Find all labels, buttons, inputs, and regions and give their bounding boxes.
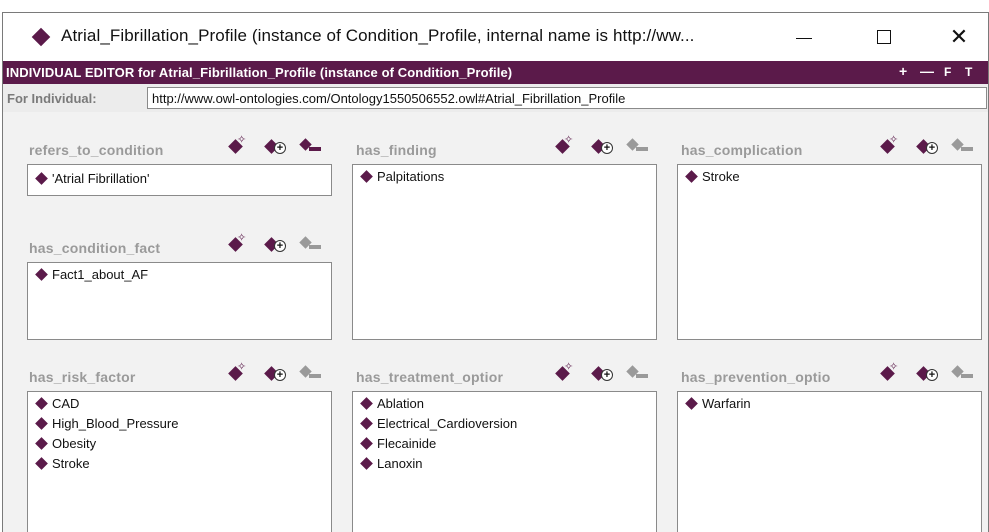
create-instance-button[interactable]: ✧ [225,134,249,158]
title-bar[interactable]: Atrial_Fibrillation_Profile (instance of… [3,13,988,61]
remove-instance-icon [299,365,321,379]
slot-buttons-has-finding: ✧ + [552,134,648,158]
slot-buttons-refers-to-condition: ✧ + [225,134,321,158]
remove-instance-icon [951,365,973,379]
instance-icon [35,397,48,410]
diamond-icon [31,27,51,47]
header-f-button[interactable]: F [944,65,951,79]
remove-instance-button[interactable] [297,363,321,385]
for-individual-field[interactable]: http://www.owl-ontologies.com/Ontology15… [147,87,987,109]
instance-icon [35,172,48,185]
slot-label-has-complication: has_complication [681,142,803,158]
slot-list-has-treatment-option[interactable]: Ablation Electrical_Cardioversion Flecai… [352,391,657,532]
instance-icon [360,437,373,450]
remove-instance-icon [626,365,648,379]
close-button[interactable]: ✕ [936,17,982,57]
create-instance-button[interactable]: ✧ [225,361,249,385]
individual-editor-window: Atrial_Fibrillation_Profile (instance of… [2,12,989,532]
add-instance-button[interactable]: + [261,136,286,158]
slot-list-has-prevention-option[interactable]: Warfarin [677,391,982,532]
add-instance-button[interactable]: + [913,136,938,158]
slot-buttons-has-condition-fact: ✧ + [225,232,321,256]
instance-icon [360,170,373,183]
slot-label-has-condition-fact: has_condition_fact [29,240,161,256]
create-instance-button[interactable]: ✧ [552,134,576,158]
header-t-button[interactable]: T [965,65,972,79]
maximize-button[interactable] [861,17,907,57]
close-icon: ✕ [949,24,969,49]
instance-icon [685,397,698,410]
remove-instance-icon [299,236,321,250]
top-strip [0,0,989,12]
for-individual-label: For Individual: [7,91,97,106]
add-instance-button[interactable]: + [261,363,286,385]
slot-label-has-finding: has_finding [356,142,437,158]
instance-icon [360,457,373,470]
slots-area: refers_to_condition ✧ + 'Atrial Fibrilla… [3,112,988,532]
create-instance-button[interactable]: ✧ [225,232,249,256]
remove-instance-icon [951,138,973,152]
slot-list-has-complication[interactable]: Stroke [677,164,982,340]
slot-label-has-prevention-option: has_prevention_optio [681,369,831,385]
add-instance-button[interactable]: + [261,234,286,256]
remove-instance-button[interactable] [949,136,973,158]
instance-icon [35,437,48,450]
instance-icon [360,397,373,410]
editor-header: INDIVIDUAL EDITOR for Atrial_Fibrillatio… [3,61,988,84]
remove-instance-button[interactable] [297,234,321,256]
editor-header-title: INDIVIDUAL EDITOR for Atrial_Fibrillatio… [6,65,513,80]
instance-icon [35,268,48,281]
slot-buttons-has-risk-factor: ✧ + [225,361,321,385]
instance-icon [35,457,48,470]
create-instance-button[interactable]: ✧ [877,361,901,385]
slot-label-has-risk-factor: has_risk_factor [29,369,136,385]
slot-label-has-treatment-option: has_treatment_optior [356,369,504,385]
slot-label-refers-to-condition: refers_to_condition [29,142,164,158]
slot-list-has-risk-factor[interactable]: CAD High_Blood_Pressure Obesity Stroke [27,391,332,532]
create-instance-button[interactable]: ✧ [552,361,576,385]
add-instance-button[interactable]: + [913,363,938,385]
add-instance-button[interactable]: + [588,136,613,158]
maximize-icon [877,30,891,44]
slot-list-refers-to-condition[interactable]: 'Atrial Fibrillation' [27,164,332,196]
remove-instance-button[interactable] [297,136,321,158]
slot-buttons-has-prevention-option: ✧ + [877,361,973,385]
window-title: Atrial_Fibrillation_Profile (instance of… [61,26,695,45]
for-individual-row: For Individual: http://www.owl-ontologie… [3,84,988,112]
instance-icon [35,417,48,430]
slot-buttons-has-treatment-option: ✧ + [552,361,648,385]
minimize-button[interactable] [781,17,827,57]
remove-instance-button[interactable] [624,136,648,158]
minimize-icon [796,38,812,39]
header-remove-button[interactable]: — [920,63,934,79]
remove-instance-icon [299,138,321,152]
header-add-button[interactable]: + [899,63,907,79]
add-instance-button[interactable]: + [588,363,613,385]
remove-instance-button[interactable] [624,363,648,385]
slot-list-has-finding[interactable]: Palpitations [352,164,657,340]
slot-list-has-condition-fact[interactable]: Fact1_about_AF [27,262,332,340]
remove-instance-icon [626,138,648,152]
remove-instance-button[interactable] [949,363,973,385]
instance-icon [685,170,698,183]
instance-icon [360,417,373,430]
slot-buttons-has-complication: ✧ + [877,134,973,158]
create-instance-button[interactable]: ✧ [877,134,901,158]
